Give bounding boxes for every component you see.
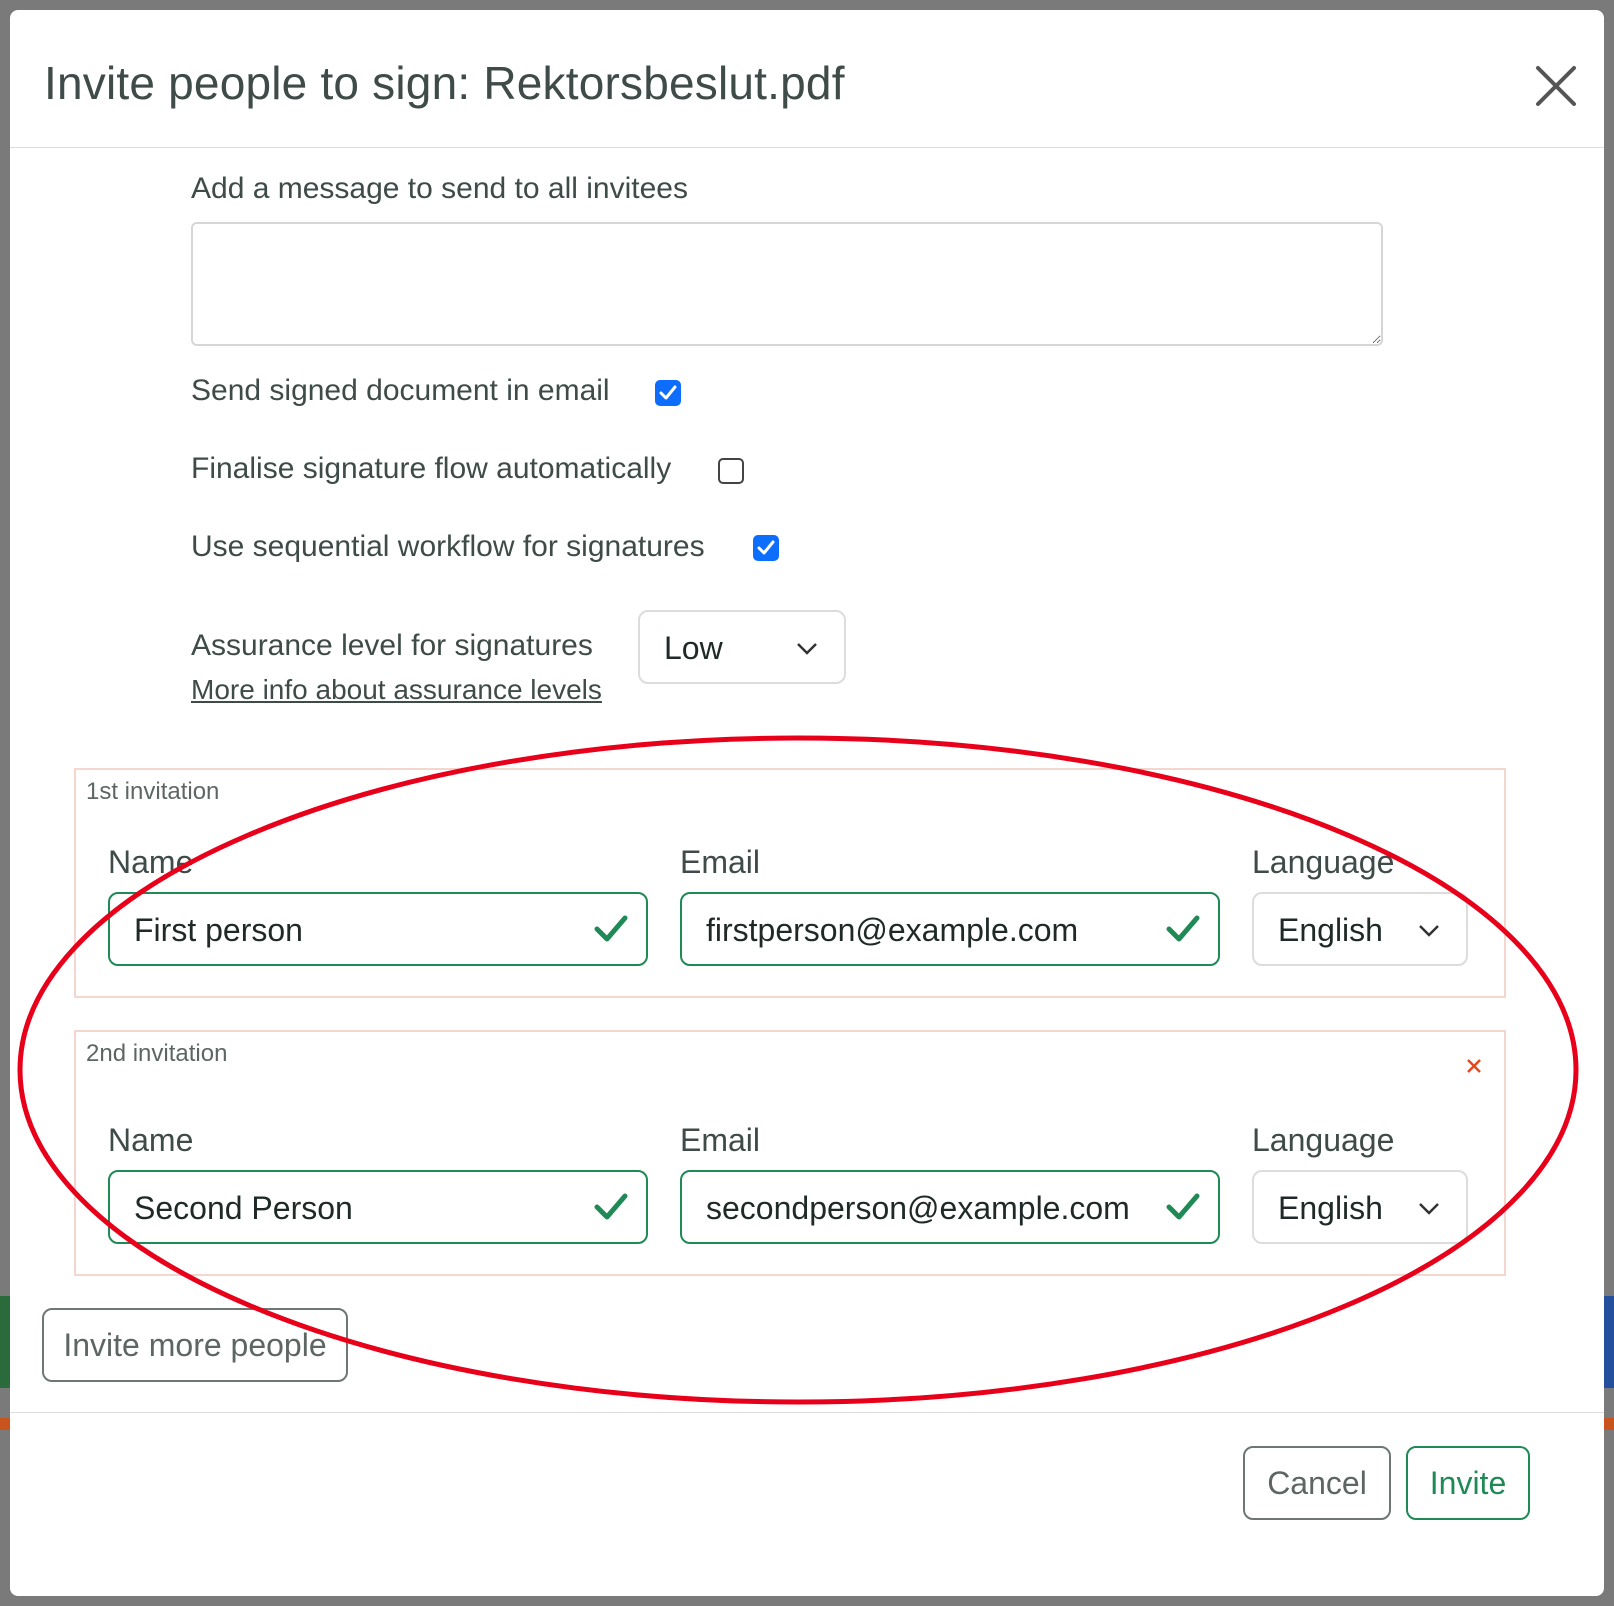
language-label: Language [1252, 844, 1395, 880]
modal-header: Invite people to sign: Rektorsbeslut.pdf [10, 10, 1604, 148]
close-button[interactable] [1528, 58, 1584, 114]
language-select[interactable]: English [1252, 1170, 1468, 1244]
remove-invitation-icon[interactable] [1466, 1058, 1482, 1074]
invite-more-button[interactable]: Invite more people [42, 1308, 348, 1382]
footer-divider [10, 1412, 1604, 1413]
name-input-value: Second Person [134, 1190, 353, 1226]
invitation-fieldset-2: 2nd invitation Name Second Person Email … [74, 1030, 1506, 1276]
email-input[interactable]: secondperson@example.com [680, 1170, 1220, 1244]
chevron-down-icon [1419, 925, 1439, 937]
modal-title: Invite people to sign: Rektorsbeslut.pdf [44, 57, 845, 109]
name-input[interactable]: Second Person [108, 1170, 648, 1244]
valid-check-icon [594, 1193, 628, 1220]
assurance-label: Assurance level for signatures [191, 629, 593, 662]
checkmark-icon [757, 540, 775, 555]
name-label: Name [108, 844, 194, 880]
backdrop-fragment-orange [0, 1418, 10, 1430]
message-textarea[interactable] [191, 222, 1383, 346]
invitation-fieldset-1: 1st invitation Name First person Email f… [74, 768, 1506, 998]
chevron-down-icon [797, 643, 817, 655]
backdrop-fragment-blue [1604, 1296, 1614, 1388]
chevron-down-icon [1419, 1203, 1439, 1215]
email-input[interactable]: firstperson@example.com [680, 892, 1220, 966]
language-select[interactable]: English [1252, 892, 1468, 966]
assurance-select[interactable]: Low [638, 610, 846, 684]
finalise-auto-label: Finalise signature flow automatically [191, 452, 672, 485]
valid-check-icon [594, 915, 628, 942]
sequential-checkbox[interactable] [753, 535, 779, 561]
assurance-info-link[interactable]: More info about assurance levels [191, 674, 602, 706]
invitation-legend: 2nd invitation [86, 1040, 228, 1067]
assurance-select-value: Low [664, 630, 723, 666]
cancel-button[interactable]: Cancel [1243, 1446, 1391, 1520]
send-signed-label: Send signed document in email [191, 374, 610, 407]
finalise-auto-checkbox[interactable] [718, 458, 744, 484]
email-label: Email [680, 844, 761, 880]
invite-button[interactable]: Invite [1406, 1446, 1530, 1520]
valid-check-icon [1166, 915, 1200, 942]
language-select-value: English [1278, 912, 1383, 948]
email-input-value: firstperson@example.com [706, 912, 1079, 948]
email-label: Email [680, 1122, 761, 1158]
name-label: Name [108, 1122, 194, 1158]
name-input-value: First person [134, 912, 303, 948]
send-signed-checkbox[interactable] [655, 380, 681, 406]
valid-check-icon [1166, 1193, 1200, 1220]
language-select-value: English [1278, 1190, 1383, 1226]
language-label: Language [1252, 1122, 1395, 1158]
close-icon [1536, 66, 1576, 106]
invitation-legend: 1st invitation [86, 778, 220, 805]
sequential-label: Use sequential workflow for signatures [191, 530, 705, 563]
email-input-value: secondperson@example.com [706, 1190, 1130, 1226]
backdrop-fragment-orange-right [1604, 1418, 1614, 1430]
backdrop-fragment-green [0, 1296, 10, 1388]
name-input[interactable]: First person [108, 892, 648, 966]
message-label: Add a message to send to all invitees [191, 172, 688, 205]
invite-modal: Invite people to sign: Rektorsbeslut.pdf… [10, 10, 1604, 1596]
checkmark-icon [659, 385, 677, 400]
